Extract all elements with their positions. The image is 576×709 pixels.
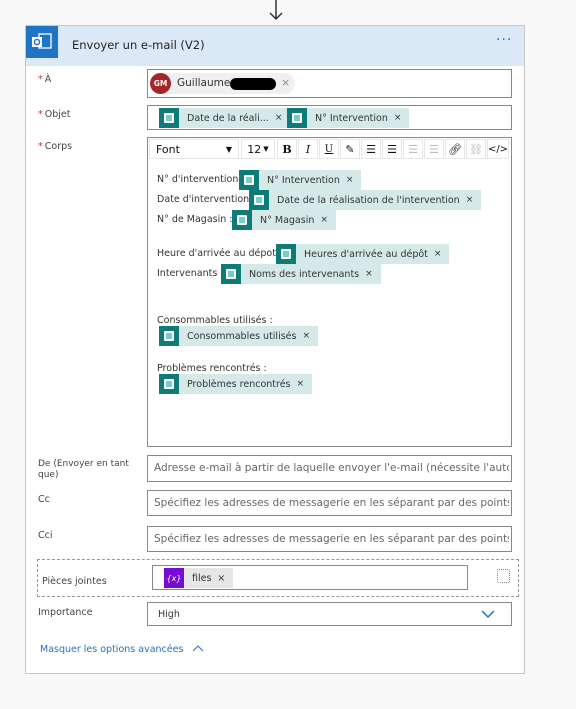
body-editor[interactable]: Font ▼ 12 ▼ B I U ✎ ☰ ☰ ☰ ☰ 🔗︎ ⛓︎ </> N° d…	[147, 137, 512, 447]
forms-icon	[276, 244, 296, 264]
cc-label: Cc	[38, 494, 50, 505]
body-token[interactable]: Problèmes rencontrés ×	[159, 374, 313, 394]
forms-icon	[239, 170, 259, 190]
bulleted-list-icon[interactable]: ☰	[361, 139, 381, 159]
action-title: Envoyer un e-mail (V2)	[72, 38, 205, 52]
increase-indent-icon[interactable]: ☰	[424, 139, 444, 159]
remove-recipient-button[interactable]: ×	[281, 76, 290, 89]
body-token[interactable]: Heures d'arrivée au dépôt ×	[276, 244, 450, 264]
body-text: Intervenants :	[157, 268, 224, 279]
remove-token-button[interactable]: ×	[302, 331, 310, 341]
outlook-icon	[26, 26, 58, 58]
recipient-name: Guillaume	[177, 77, 231, 89]
hide-advanced-options-link[interactable]: Masquer les options avancées	[40, 644, 204, 655]
body-text: Consommables utilisés :	[157, 315, 273, 326]
recipient-chip: GM Guillaume ×	[150, 73, 295, 94]
remove-token-button[interactable]: ×	[217, 573, 225, 584]
subject-label: * Objet	[38, 109, 71, 120]
from-placeholder: Adresse e-mail à partir de laquelle envo…	[154, 462, 509, 474]
subject-field[interactable]: Date de la réali... × N° Intervention ×	[147, 105, 512, 130]
chevron-up-icon	[193, 645, 204, 652]
cc-input[interactable]: Spécifiez les adresses de messagerie en …	[147, 490, 512, 516]
italic-button[interactable]: I	[298, 139, 318, 159]
to-field[interactable]: GM Guillaume ×	[147, 69, 512, 98]
remove-token-button[interactable]: ×	[466, 195, 474, 205]
body-token[interactable]: Date de la réalisation de l'intervention…	[249, 190, 482, 210]
body-text: Date d'intervention :	[157, 194, 256, 205]
attachments-label: Pièces jointes	[42, 576, 107, 587]
token-date[interactable]: Date de la réali... ×	[159, 108, 291, 128]
files-token-label: files	[192, 572, 212, 584]
body-token[interactable]: N° Intervention ×	[239, 170, 362, 190]
card-header[interactable]: Envoyer un e-mail (V2) ···	[26, 26, 524, 66]
importance-label: Importance	[38, 607, 93, 618]
files-token[interactable]: {x} files ×	[164, 568, 234, 588]
forms-icon	[287, 108, 307, 128]
forms-icon	[249, 190, 269, 210]
body-token[interactable]: Consommables utilisés ×	[159, 326, 318, 346]
flow-arrow-icon	[269, 0, 283, 21]
from-label: De (Envoyer en tant que)	[38, 459, 129, 480]
body-text: N° d'intervention :	[157, 174, 245, 185]
remove-token-button[interactable]: ×	[320, 215, 328, 225]
bold-button[interactable]: B	[277, 139, 297, 159]
send-email-action-card: Envoyer un e-mail (V2) ··· * À GM Guillau…	[25, 25, 525, 674]
unlink-icon[interactable]: ⛓︎	[466, 139, 486, 159]
from-input[interactable]: Adresse e-mail à partir de laquelle envo…	[147, 455, 512, 482]
remove-token-button[interactable]: ×	[275, 113, 283, 123]
cc-placeholder: Spécifiez les adresses de messagerie en …	[154, 497, 509, 509]
underline-button[interactable]: U	[319, 139, 339, 159]
remove-token-button[interactable]: ×	[365, 269, 373, 279]
remove-token-button[interactable]: ×	[346, 175, 354, 185]
importance-select[interactable]: High	[147, 602, 512, 626]
switch-to-array-icon[interactable]	[497, 569, 510, 583]
font-select[interactable]: Font ▼	[149, 139, 239, 159]
font-color-icon[interactable]: ✎	[340, 139, 360, 159]
forms-icon	[221, 264, 241, 284]
forms-icon	[159, 374, 179, 394]
forms-icon	[159, 326, 179, 346]
redacted-mark	[230, 78, 276, 90]
to-label: * À	[38, 74, 52, 85]
body-text: Problèmes rencontrés :	[157, 363, 267, 374]
forms-icon	[159, 108, 179, 128]
bcc-placeholder: Spécifiez les adresses de messagerie en …	[154, 533, 509, 545]
variable-icon: {x}	[164, 568, 184, 588]
bcc-label: Cci	[38, 530, 53, 541]
remove-token-button[interactable]: ×	[394, 113, 402, 123]
code-view-button[interactable]: </>	[487, 139, 509, 159]
remove-token-button[interactable]: ×	[434, 249, 442, 259]
decrease-indent-icon[interactable]: ☰	[403, 139, 423, 159]
body-text: Heure d'arrivée au dépot :	[157, 248, 283, 259]
font-size-select[interactable]: 12 ▼	[241, 139, 275, 159]
body-token[interactable]: N° Magasin ×	[232, 210, 336, 230]
importance-value: High	[158, 609, 180, 620]
chevron-down-icon	[481, 610, 495, 619]
avatar: GM	[150, 73, 171, 94]
link-icon[interactable]: 🔗︎	[445, 139, 465, 159]
numbered-list-icon[interactable]: ☰	[382, 139, 402, 159]
forms-icon	[232, 210, 252, 230]
remove-token-button[interactable]: ×	[297, 379, 305, 389]
attachments-input[interactable]: {x} files ×	[152, 565, 468, 590]
body-label: * Corps	[38, 141, 73, 152]
body-text: N° de Magasin :	[157, 214, 233, 225]
token-intervention[interactable]: N° Intervention ×	[287, 108, 410, 128]
more-options-button[interactable]: ···	[496, 32, 512, 48]
body-token[interactable]: Noms des intervenants ×	[221, 264, 381, 284]
bcc-input[interactable]: Spécifiez les adresses de messagerie en …	[147, 526, 512, 552]
attachments-section: Pièces jointes {x} files ×	[37, 559, 519, 597]
